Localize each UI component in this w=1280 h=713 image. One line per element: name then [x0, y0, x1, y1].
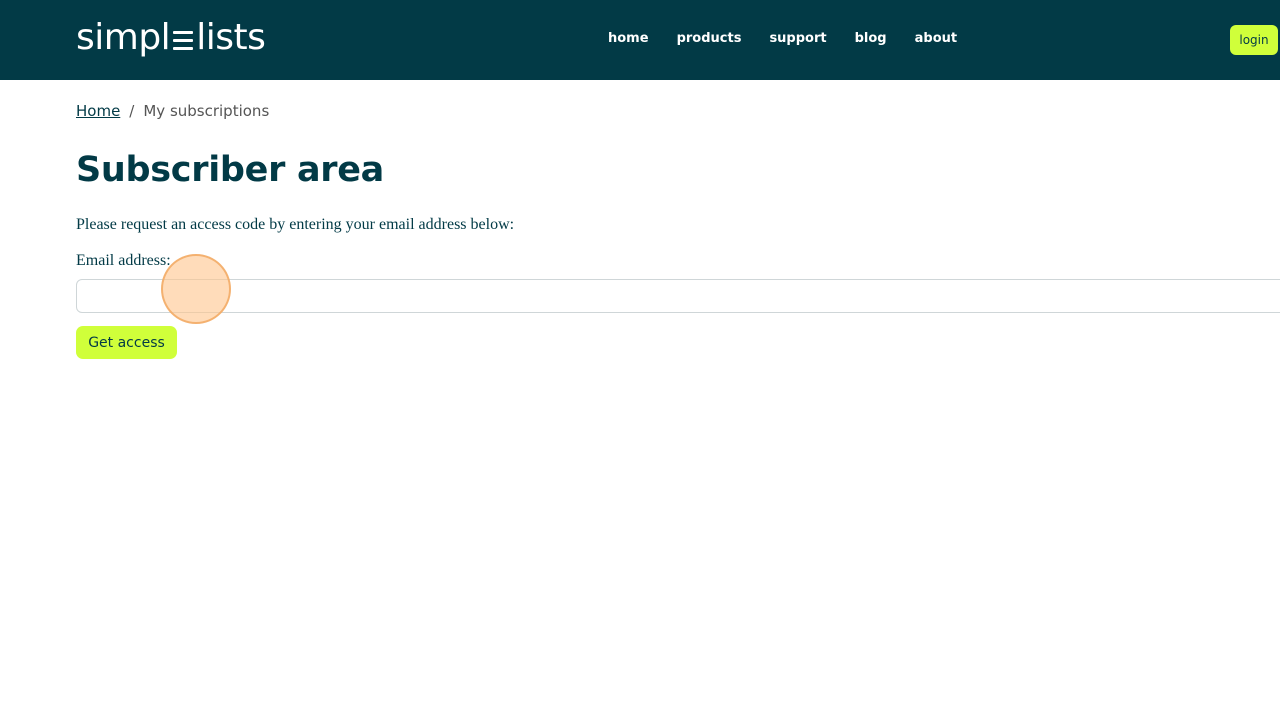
page: simpl lists home products support blog a… — [0, 0, 1280, 713]
site-logo[interactable]: simpl lists — [76, 16, 266, 60]
breadcrumb-home-link[interactable]: Home — [76, 102, 120, 120]
nav-about[interactable]: about — [915, 30, 957, 48]
login-button[interactable]: login — [1230, 25, 1278, 55]
email-label: Email address: — [76, 252, 171, 269]
nav-blog[interactable]: blog — [855, 30, 887, 48]
logo-text-right: lists — [196, 17, 266, 58]
email-field[interactable] — [76, 279, 1280, 313]
nav-support[interactable]: support — [769, 30, 826, 48]
main-nav: home products support blog about — [608, 30, 957, 48]
breadcrumb-current: My subscriptions — [143, 102, 270, 120]
intro-text: Please request an access code by enterin… — [76, 216, 515, 233]
get-access-button[interactable]: Get access — [76, 326, 177, 359]
site-header: simpl lists home products support blog a… — [0, 0, 1280, 80]
breadcrumb: Home / My subscriptions — [76, 100, 269, 122]
page-title: Subscriber area — [76, 150, 384, 190]
nav-home[interactable]: home — [608, 30, 649, 48]
logo-bars-icon — [173, 26, 194, 54]
logo-text-left: simpl — [76, 17, 171, 58]
breadcrumb-separator: / — [129, 102, 135, 120]
nav-products[interactable]: products — [677, 30, 742, 48]
